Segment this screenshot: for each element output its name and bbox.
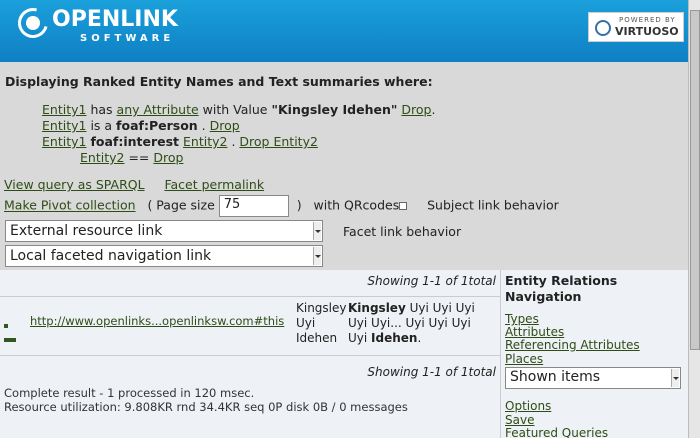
status-resource: Resource utilization: 9.808KR rnd 34.4KR… <box>4 400 408 414</box>
sidebar-item-attributes[interactable]: Attributes <box>505 325 564 339</box>
has-text: has <box>90 102 113 117</box>
period: . <box>201 118 206 133</box>
virtuoso-badge-main: VIRTUOSO <box>615 25 679 38</box>
sidebar-title-line: Navigation <box>505 289 582 304</box>
logo-main-text: OPENLINK <box>52 7 178 32</box>
scrollbar-thumb[interactable] <box>690 10 700 350</box>
virtuoso-badge-top: POWERED BY <box>619 16 676 24</box>
entity2-link[interactable]: Entity2 <box>183 134 227 149</box>
condition-2: Entity1 is a foaf:Person . Drop <box>42 118 240 133</box>
facet-link-select[interactable]: Local faceted navigation link <box>5 245 323 267</box>
condition-3: Entity1 foaf:interest Entity2 . Drop Ent… <box>42 134 318 149</box>
page-heading: Displaying Ranked Entity Names and Text … <box>5 74 433 89</box>
name-line: Kingsley <box>296 301 347 315</box>
condition-4: Entity2 == Drop <box>80 150 183 165</box>
name-line: Idehen <box>296 331 338 345</box>
period: . <box>231 134 236 149</box>
page-size-input[interactable]: 75 <box>218 195 289 217</box>
drop-entity2-link[interactable]: Drop Entity2 <box>239 134 318 149</box>
is-a-text: is a <box>90 118 113 133</box>
sidebar-item-featured[interactable]: Featured Queries <box>505 426 608 438</box>
condition-1: Entity1 has any Attribute with Value "Ki… <box>42 102 435 117</box>
summary-bold: Kingsley <box>348 301 406 315</box>
pivot-row: Make Pivot collection ( Page size 75 ) w… <box>4 195 559 217</box>
qrcodes-checkbox[interactable] <box>399 202 408 210</box>
any-attribute-link[interactable]: any Attribute <box>117 102 199 117</box>
entity2-link[interactable]: Entity2 <box>80 150 124 165</box>
query-panel: Displaying Ranked Entity Names and Text … <box>0 62 688 270</box>
result-name: Kingsley Uyi Idehen <box>296 301 347 346</box>
summary-text: Uyi <box>348 331 372 345</box>
view-sparql-link[interactable]: View query as SPARQL <box>4 177 145 192</box>
entity1-link[interactable]: Entity1 <box>42 134 86 149</box>
table-row: http://www.openlinks...openlinksw.com#th… <box>0 296 500 356</box>
sidebar-item-referencing[interactable]: Referencing Attributes <box>505 338 640 352</box>
results-panel: Showing 1-1 of 1total http://www.openlin… <box>0 270 500 438</box>
showing-bottom: Showing 1-1 of 1total <box>367 365 496 379</box>
result-summary: Kingsley Uyi Uyi Uyi Uyi Uyi... Uyi Uyi … <box>348 301 498 346</box>
result-link[interactable]: http://www.openlinks...openlinksw.com#th… <box>30 314 284 328</box>
chevron-down-icon <box>313 222 321 240</box>
sidebar-title: Entity Relations Navigation <box>505 273 617 305</box>
qrcodes-label: with QRcodes <box>313 197 400 213</box>
subject-link-select-value: External resource link <box>10 223 163 239</box>
sidebar-item-places[interactable]: Places <box>505 352 543 366</box>
page-size-close: ) <box>296 197 302 213</box>
status-complete: Complete result - 1 processed in 120 mse… <box>4 386 255 400</box>
name-line: Uyi <box>296 316 316 330</box>
entity-relations-sidebar: Entity Relations Navigation Types Attrib… <box>500 270 688 438</box>
facet-link-behavior-label: Facet link behavior <box>343 224 462 239</box>
chevron-down-icon <box>671 369 679 387</box>
sidebar-item-types[interactable]: Types <box>505 312 539 326</box>
facet-permalink-link[interactable]: Facet permalink <box>164 177 264 192</box>
chevron-down-icon <box>313 247 321 265</box>
showing-top: Showing 1-1 of 1total <box>367 274 496 288</box>
type-text: foaf:Person <box>116 118 198 133</box>
summary-text: Uyi Uyi... Uyi Uyi Uyi <box>348 316 471 330</box>
sidebar-item-save[interactable]: Save <box>505 413 534 427</box>
links-row: View query as SPARQL Facet permalink <box>4 177 264 192</box>
sidebar-title-line: Entity Relations <box>505 273 618 288</box>
virtuoso-badge[interactable]: POWERED BY VIRTUOSO <box>588 12 684 42</box>
predicate-text: foaf:interest <box>90 134 180 149</box>
make-pivot-link[interactable]: Make Pivot collection <box>4 198 136 213</box>
logo-sub-text: SOFTWARE <box>80 33 175 44</box>
page-size-label: ( Page size <box>147 197 215 213</box>
virtuoso-logo-icon <box>595 20 611 36</box>
sidebar-item-options[interactable]: Options <box>505 399 551 413</box>
summary-bold: Idehen <box>371 331 418 345</box>
drop-link[interactable]: Drop <box>401 102 431 117</box>
with-value-text: with Value <box>202 102 268 117</box>
openlink-logo-dot <box>26 16 40 30</box>
result-icon <box>4 317 22 342</box>
subject-link-select[interactable]: External resource link <box>5 220 323 242</box>
drop-link[interactable]: Drop <box>210 118 240 133</box>
shown-items-select[interactable]: Shown items <box>505 367 681 389</box>
entity1-link[interactable]: Entity1 <box>42 118 86 133</box>
equals-text: == <box>128 150 150 165</box>
period: . <box>431 102 436 117</box>
summary-text: Uyi Uyi Uyi <box>405 301 475 315</box>
page-scrollbar[interactable] <box>688 0 700 438</box>
app-header: OPENLINK SOFTWARE POWERED BY VIRTUOSO <box>0 0 688 62</box>
value-text: "Kingsley Idehen" <box>271 102 398 117</box>
drop-link[interactable]: Drop <box>153 150 183 165</box>
shown-items-value: Shown items <box>510 369 601 385</box>
entity1-link[interactable]: Entity1 <box>42 102 86 117</box>
summary-text: . <box>417 331 422 345</box>
facet-link-select-value: Local faceted navigation link <box>10 248 212 264</box>
subject-link-behavior-label: Subject link behavior <box>427 197 559 213</box>
